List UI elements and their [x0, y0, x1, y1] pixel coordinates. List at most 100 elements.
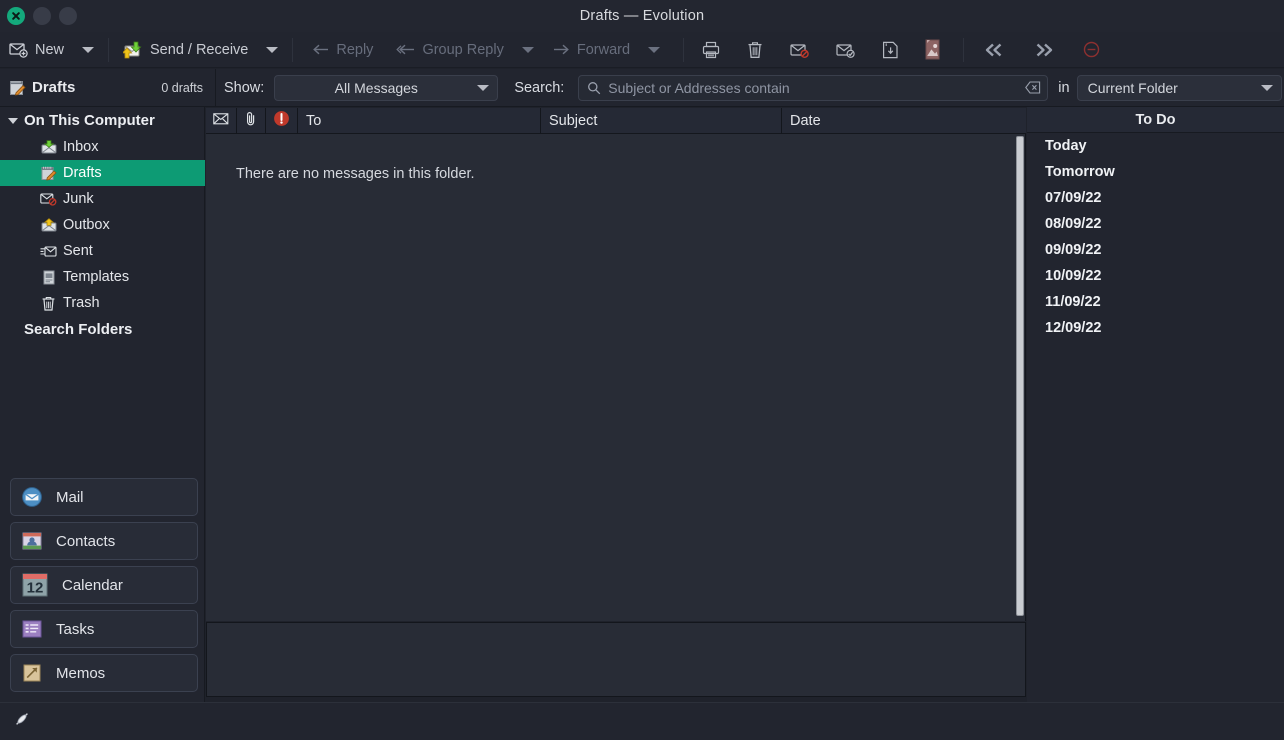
switcher-mail-button[interactable]: Mail: [10, 478, 198, 516]
print-icon: [702, 41, 720, 59]
group-reply-dropdown-button[interactable]: [513, 32, 543, 68]
todo-item-date[interactable]: 12/09/22: [1027, 315, 1284, 341]
chevron-down-icon: [1260, 84, 1273, 91]
sidebar-item-junk[interactable]: Junk: [0, 186, 205, 212]
column-header-read[interactable]: [206, 107, 237, 134]
switcher-label: Contacts: [56, 532, 116, 550]
message-list-scrollbar[interactable]: [1016, 136, 1024, 616]
send-receive-dropdown-button[interactable]: [257, 32, 287, 68]
column-header-date[interactable]: Date: [782, 108, 1026, 134]
main-toolbar: New Send / Receive Reply Group Reply For…: [0, 32, 1284, 68]
tasks-icon: [20, 617, 44, 641]
memos-icon: [20, 661, 44, 685]
todo-item-today[interactable]: Today: [1027, 133, 1284, 159]
trash-icon: [746, 41, 764, 59]
sidebar-item-label: Inbox: [63, 139, 99, 155]
search-scope-value: Current Folder: [1087, 79, 1178, 96]
send-receive-icon: [123, 41, 143, 59]
todo-item-date[interactable]: 11/09/22: [1027, 289, 1284, 315]
chevron-down-icon[interactable]: [8, 117, 18, 124]
envelope-icon: [213, 112, 229, 129]
in-label: in: [1058, 79, 1070, 96]
next-unread-button[interactable]: [1019, 32, 1069, 68]
drafts-icon: [40, 166, 57, 181]
sidebar-item-templates[interactable]: Templates: [0, 264, 205, 290]
search-input[interactable]: Subject or Addresses contain: [578, 74, 1049, 101]
forward-dropdown-button[interactable]: [639, 32, 669, 68]
minimize-button[interactable]: [33, 7, 51, 25]
save-button[interactable]: [869, 32, 912, 68]
clear-search-icon[interactable]: [1025, 81, 1041, 94]
sidebar-item-inbox[interactable]: Inbox: [0, 134, 205, 160]
print-button[interactable]: [689, 32, 733, 68]
previous-unread-button[interactable]: [969, 32, 1019, 68]
chevron-down-icon: [82, 46, 95, 53]
group-reply-button-label: Group Reply: [422, 41, 504, 58]
switcher-contacts-button[interactable]: Contacts: [10, 522, 198, 560]
new-button[interactable]: New: [0, 32, 73, 68]
todo-item-tomorrow[interactable]: Tomorrow: [1027, 159, 1284, 185]
sidebar-item-outbox[interactable]: Outbox: [0, 212, 205, 238]
delete-button[interactable]: [733, 32, 777, 68]
search-scope-select[interactable]: Current Folder: [1076, 74, 1282, 101]
sidebar: On This Computer Inbox Drafts Junk Outbo…: [0, 107, 205, 702]
stop-icon: [1083, 41, 1100, 58]
todo-item-label: 09/09/22: [1045, 242, 1102, 258]
search-separator: [215, 68, 216, 107]
mark-read-button[interactable]: [823, 32, 869, 68]
show-label: Show:: [224, 79, 265, 96]
switcher-calendar-button[interactable]: 12 Calendar: [10, 566, 198, 604]
sidebar-item-label: Templates: [63, 269, 130, 285]
column-header-to[interactable]: To: [298, 107, 541, 134]
chevron-down-icon: [521, 46, 534, 53]
show-filter-select[interactable]: All Messages: [274, 74, 499, 101]
maximize-button[interactable]: [59, 7, 77, 25]
group-reply-icon: [396, 43, 415, 56]
sidebar-item-sent[interactable]: Sent: [0, 238, 205, 264]
todo-item-label: Tomorrow: [1045, 164, 1115, 180]
drafts-icon: [9, 80, 26, 96]
account-on-this-computer[interactable]: On This Computer: [0, 107, 205, 134]
sidebar-item-trash[interactable]: Trash: [0, 290, 205, 316]
sidebar-item-search-folders[interactable]: Search Folders: [0, 316, 205, 342]
forward-button[interactable]: Forward: [543, 32, 639, 68]
outbox-icon: [40, 218, 57, 233]
column-header-subject[interactable]: Subject: [541, 107, 782, 134]
switcher-label: Calendar: [62, 576, 123, 594]
reply-button[interactable]: Reply: [298, 32, 382, 68]
trash-icon: [40, 296, 57, 311]
sidebar-item-drafts[interactable]: Drafts: [0, 160, 205, 186]
column-header-attachment[interactable]: [237, 107, 266, 134]
todo-item-date[interactable]: 09/09/22: [1027, 237, 1284, 263]
empty-folder-message: There are no messages in this folder.: [236, 166, 475, 182]
switcher-memos-button[interactable]: Memos: [10, 654, 198, 692]
toolbar-separator: [683, 37, 685, 62]
current-folder-name: Drafts: [32, 79, 76, 96]
switcher-label: Tasks: [56, 620, 95, 638]
junk-icon: [40, 192, 57, 207]
send-receive-button[interactable]: Send / Receive: [114, 32, 257, 68]
save-icon: [882, 41, 899, 59]
todo-item-label: 11/09/22: [1045, 294, 1101, 310]
todo-item-date[interactable]: 07/09/22: [1027, 185, 1284, 211]
attachment-icon: [245, 111, 257, 130]
chevron-down-icon: [266, 46, 279, 53]
close-button[interactable]: [7, 7, 25, 25]
image-button[interactable]: [912, 32, 953, 68]
contacts-icon: [20, 529, 44, 553]
group-reply-button[interactable]: Group Reply: [382, 32, 512, 68]
mark-unread-button[interactable]: [777, 32, 823, 68]
current-folder-indicator: Drafts: [0, 79, 155, 96]
column-header-importance[interactable]: [266, 107, 298, 134]
new-dropdown-button[interactable]: [73, 32, 103, 68]
search-icon: [587, 81, 601, 95]
todo-item-date[interactable]: 10/09/22: [1027, 263, 1284, 289]
todo-item-date[interactable]: 08/09/22: [1027, 211, 1284, 237]
todo-item-label: 07/09/22: [1045, 190, 1102, 206]
todo-item-label: 08/09/22: [1045, 216, 1102, 232]
folder-tree: On This Computer Inbox Drafts Junk Outbo…: [0, 107, 205, 342]
message-list[interactable]: There are no messages in this folder.: [206, 134, 1026, 621]
switcher-tasks-button[interactable]: Tasks: [10, 610, 198, 648]
stop-button[interactable]: [1069, 32, 1114, 68]
image-icon: [923, 39, 942, 61]
